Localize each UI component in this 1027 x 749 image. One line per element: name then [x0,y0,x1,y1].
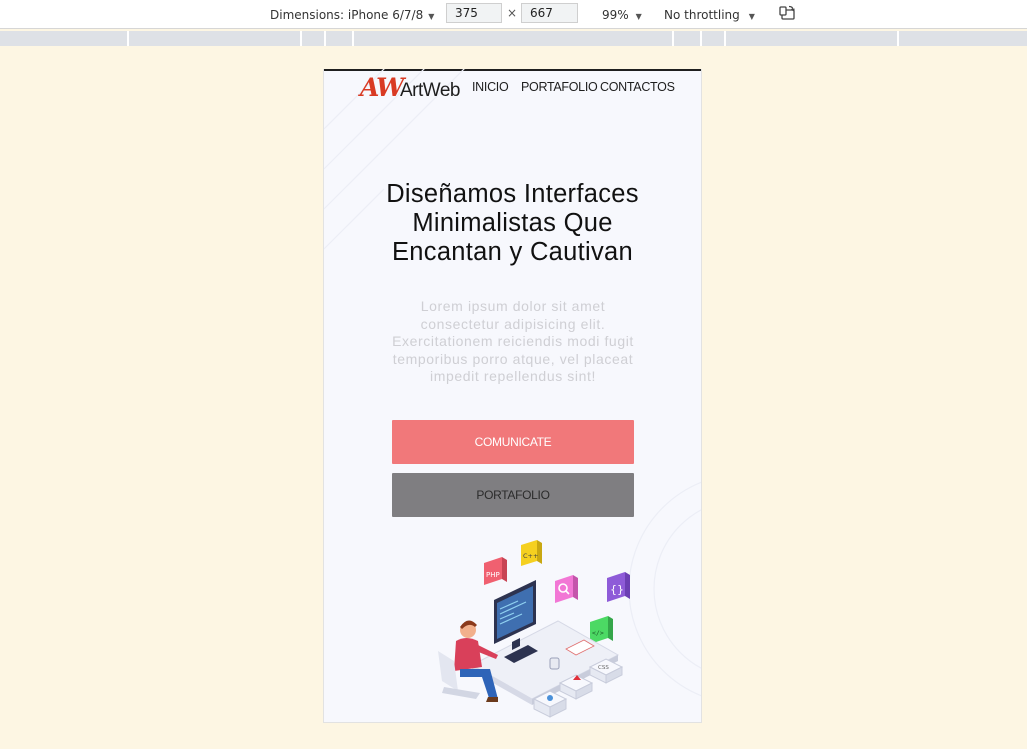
hero-title-line: Diseñamos Interfaces [386,180,639,208]
hero-text-line: Lorem ipsum dolor sit amet [420,298,606,314]
hero-text-line: impedit repellendus sint! [430,368,596,384]
viewport-height-input[interactable]: 667 [521,3,578,23]
cpp-icon-label: C++ [523,552,538,560]
hero-description: Lorem ipsum dolor sit amet consectetur a… [354,298,672,386]
times-separator: × [507,6,518,20]
logo-mark: AW [360,73,404,102]
media-query-marker[interactable] [724,31,726,46]
chevron-down-icon: ▼ [748,12,755,21]
svg-text:{}: {} [610,583,624,596]
chevron-down-icon: ▼ [635,12,642,21]
svg-text:</>: </> [592,629,604,637]
php-icon-label: PHP [486,571,500,579]
device-viewport[interactable]: AW ArtWeb INICIO PORTAFOLIO CONTACTOS Di… [323,69,702,723]
media-query-marker[interactable] [700,31,702,46]
code-tag-icon: </> [590,616,613,644]
nav-link-contactos[interactable]: CONTACTOS [600,80,675,94]
developer-illustration: PHP C++ {} </> CSS [438,540,630,718]
hero-title: Diseñamos Interfaces Minimalistas Que En… [344,180,681,267]
media-query-marker[interactable] [324,31,326,46]
nav-link-inicio[interactable]: INICIO [472,80,509,94]
media-query-marker[interactable] [300,31,302,46]
css-icon-label: CSS [598,665,609,671]
rotate-device-icon[interactable] [779,5,797,21]
comunicate-button[interactable]: COMUNICATE [392,420,634,464]
device-toolbar: Dimensions: iPhone 6/7/8 ▼ 375 × 667 99% ▼… [0,0,1027,29]
throttling-label: No throttling [664,8,740,22]
braces-icon: {} [607,572,630,602]
hero-text-line: consectetur adipisicing elit. [420,315,606,332]
device-dimensions-label: Dimensions: iPhone 6/7/8 [270,8,424,22]
chevron-down-icon: ▼ [428,12,435,21]
media-query-marker[interactable] [897,31,899,46]
throttling-dropdown[interactable]: No throttling ▼ [664,7,755,23]
hero-title-line: Encantan y Cautivan [391,238,633,266]
media-query-marker[interactable] [672,31,674,46]
hero-text-line: temporibus porro atque, vel placeat [392,350,634,367]
nav-link-portafolio[interactable]: PORTAFOLIO [521,80,598,94]
logo-text: ArtWeb [400,80,461,101]
zoom-label: 99% [602,8,629,22]
cpp-icon: C++ [521,540,542,566]
device-dimensions-dropdown[interactable]: Dimensions: iPhone 6/7/8 ▼ [270,7,434,23]
php-icon: PHP [484,557,507,585]
hero-text-line: Exercitationem reiciendis modi fugit [392,333,634,349]
portafolio-button[interactable]: PORTAFOLIO [392,473,634,517]
media-query-bar[interactable] [0,31,1027,46]
media-query-marker[interactable] [127,31,129,46]
search-icon [555,575,578,603]
hero-title-line: Minimalistas Que [412,209,613,237]
viewport-width-input[interactable]: 375 [446,3,502,23]
media-query-marker[interactable] [352,31,354,46]
zoom-dropdown[interactable]: 99% ▼ [602,7,642,23]
